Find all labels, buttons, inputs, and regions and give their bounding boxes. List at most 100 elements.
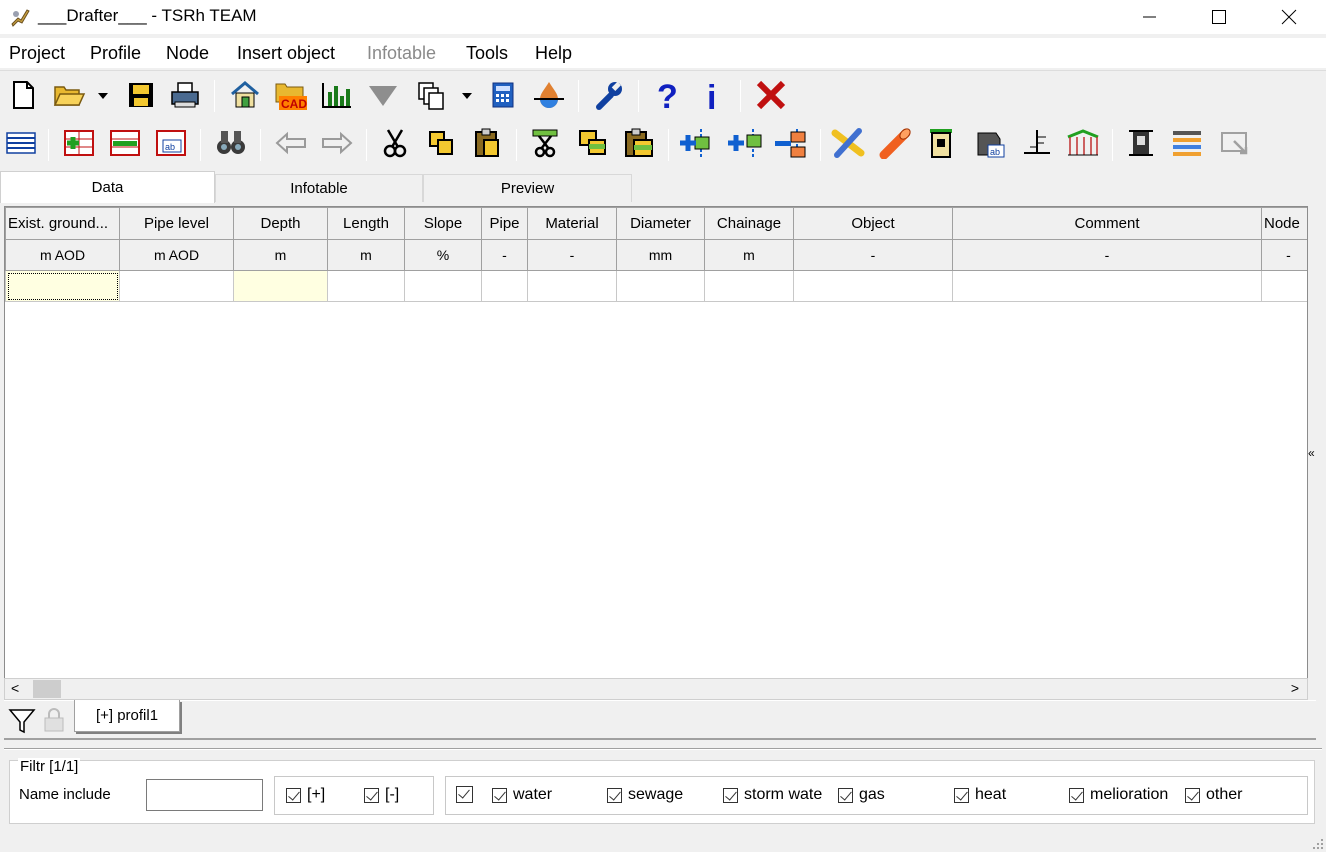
print-button[interactable] xyxy=(166,76,204,114)
minus-checkbox[interactable]: [-] xyxy=(364,786,399,804)
type-storm-water-checkbox[interactable]: storm wate xyxy=(723,786,822,804)
grid-cell[interactable] xyxy=(793,270,953,302)
column-header[interactable]: Pipe xyxy=(481,207,528,240)
close-button[interactable] xyxy=(1254,0,1324,34)
menu-insert-object[interactable]: Insert object xyxy=(237,43,335,64)
resize-grip-icon[interactable] xyxy=(1312,838,1324,850)
cut-rows-button[interactable] xyxy=(526,124,564,162)
type-melioration-checkbox[interactable]: melioration xyxy=(1069,786,1168,804)
filter-icon[interactable] xyxy=(8,706,36,734)
scroll-right-icon[interactable]: > xyxy=(1291,680,1299,696)
grid-cell[interactable] xyxy=(704,270,794,302)
manhole-button[interactable] xyxy=(922,124,960,162)
add-row-button[interactable] xyxy=(60,124,98,162)
open-button[interactable] xyxy=(50,76,88,114)
scroll-left-icon[interactable]: < xyxy=(11,680,19,696)
column-header[interactable]: Object xyxy=(793,207,953,240)
save-button[interactable] xyxy=(122,76,160,114)
column-header[interactable]: Chainage xyxy=(704,207,794,240)
select-all-checkbox[interactable] xyxy=(456,786,473,803)
grid-cell[interactable] xyxy=(233,270,328,302)
copy-pages-button[interactable] xyxy=(412,76,450,114)
horizontal-scrollbar[interactable]: < > xyxy=(4,678,1308,700)
column-header[interactable]: Exist. ground... xyxy=(5,207,120,240)
export-button[interactable] xyxy=(1216,124,1254,162)
collapse-panel-button[interactable]: « xyxy=(1308,446,1315,460)
grid-cell[interactable] xyxy=(481,270,528,302)
insert-node-after-button[interactable] xyxy=(726,124,764,162)
chart-button[interactable] xyxy=(318,76,356,114)
calculator-button[interactable] xyxy=(484,76,522,114)
scroll-thumb[interactable] xyxy=(33,680,61,698)
name-include-input[interactable] xyxy=(146,779,263,811)
menu-help[interactable]: Help xyxy=(535,43,572,64)
help-button[interactable]: ? xyxy=(648,76,686,114)
copy-button[interactable] xyxy=(422,124,460,162)
type-gas-checkbox[interactable]: gas xyxy=(838,786,885,804)
grid-cell[interactable] xyxy=(1261,270,1307,302)
info-button[interactable]: i xyxy=(694,76,732,114)
pipe-crossing-button[interactable] xyxy=(830,124,868,162)
profile-tab-profil1[interactable]: [+] profil1 xyxy=(74,700,180,732)
grid-cell[interactable] xyxy=(527,270,617,302)
cut-button[interactable] xyxy=(376,124,414,162)
delete-button[interactable] xyxy=(752,76,790,114)
home-icon xyxy=(231,81,259,108)
settings-button[interactable] xyxy=(590,76,628,114)
remove-row-button[interactable] xyxy=(106,124,144,162)
back-button[interactable] xyxy=(272,124,310,162)
open-dropdown-icon[interactable] xyxy=(98,93,108,99)
menu-node[interactable]: Node xyxy=(166,43,209,64)
table-edit-button[interactable]: ab xyxy=(152,124,190,162)
find-button[interactable] xyxy=(212,124,250,162)
new-button[interactable] xyxy=(4,76,42,114)
section-button[interactable] xyxy=(1064,124,1102,162)
plus-checkbox[interactable]: [+] xyxy=(286,786,325,804)
pipe-button[interactable] xyxy=(876,124,914,162)
grid-cell[interactable] xyxy=(327,270,405,302)
water-level-button[interactable] xyxy=(530,76,568,114)
column-header[interactable]: Pipe level xyxy=(119,207,234,240)
insert-node-before-button[interactable] xyxy=(678,124,716,162)
tab-infotable[interactable]: Infotable xyxy=(215,174,423,202)
level-marker-button[interactable] xyxy=(1018,124,1056,162)
menu-tools[interactable]: Tools xyxy=(466,43,508,64)
menu-profile[interactable]: Profile xyxy=(90,43,141,64)
column-header[interactable]: Node xyxy=(1261,207,1307,240)
grid-cell[interactable] xyxy=(119,270,234,302)
column-header[interactable]: Comment xyxy=(952,207,1262,240)
manhole-label-button[interactable]: ab xyxy=(970,124,1008,162)
grid-cell[interactable] xyxy=(616,270,705,302)
lock-icon[interactable] xyxy=(40,706,68,734)
copy-dropdown-icon[interactable] xyxy=(462,93,472,99)
type-other-checkbox[interactable]: other xyxy=(1185,786,1242,804)
tab-data[interactable]: Data xyxy=(0,171,215,203)
remove-node-button[interactable] xyxy=(772,124,810,162)
paste-rows-button[interactable] xyxy=(620,124,658,162)
maximize-button[interactable] xyxy=(1184,0,1254,34)
column-header[interactable]: Depth xyxy=(233,207,328,240)
paste-rows-icon xyxy=(625,128,653,157)
column-header[interactable]: Length xyxy=(327,207,405,240)
home-button[interactable] xyxy=(226,76,264,114)
filter-button[interactable] xyxy=(364,76,402,114)
menu-project[interactable]: Project xyxy=(9,43,65,64)
minimize-button[interactable] xyxy=(1114,0,1184,34)
structure-button[interactable] xyxy=(1122,124,1160,162)
type-heat-checkbox[interactable]: heat xyxy=(954,786,1006,804)
column-header[interactable]: Slope xyxy=(404,207,482,240)
type-sewage-checkbox[interactable]: sewage xyxy=(607,786,683,804)
grid-cell[interactable] xyxy=(952,270,1262,302)
grid-cell[interactable] xyxy=(404,270,482,302)
copy-rows-button[interactable] xyxy=(574,124,612,162)
tab-preview[interactable]: Preview xyxy=(423,174,632,202)
type-water-checkbox[interactable]: water xyxy=(492,786,552,804)
cad-import-button[interactable]: CAD xyxy=(272,76,310,114)
grid-cell[interactable] xyxy=(5,270,120,302)
forward-button[interactable] xyxy=(318,124,356,162)
paste-button[interactable] xyxy=(468,124,506,162)
column-header[interactable]: Diameter xyxy=(616,207,705,240)
layers-button[interactable] xyxy=(1168,124,1206,162)
column-header[interactable]: Material xyxy=(527,207,617,240)
grid-view-button[interactable] xyxy=(2,124,40,162)
